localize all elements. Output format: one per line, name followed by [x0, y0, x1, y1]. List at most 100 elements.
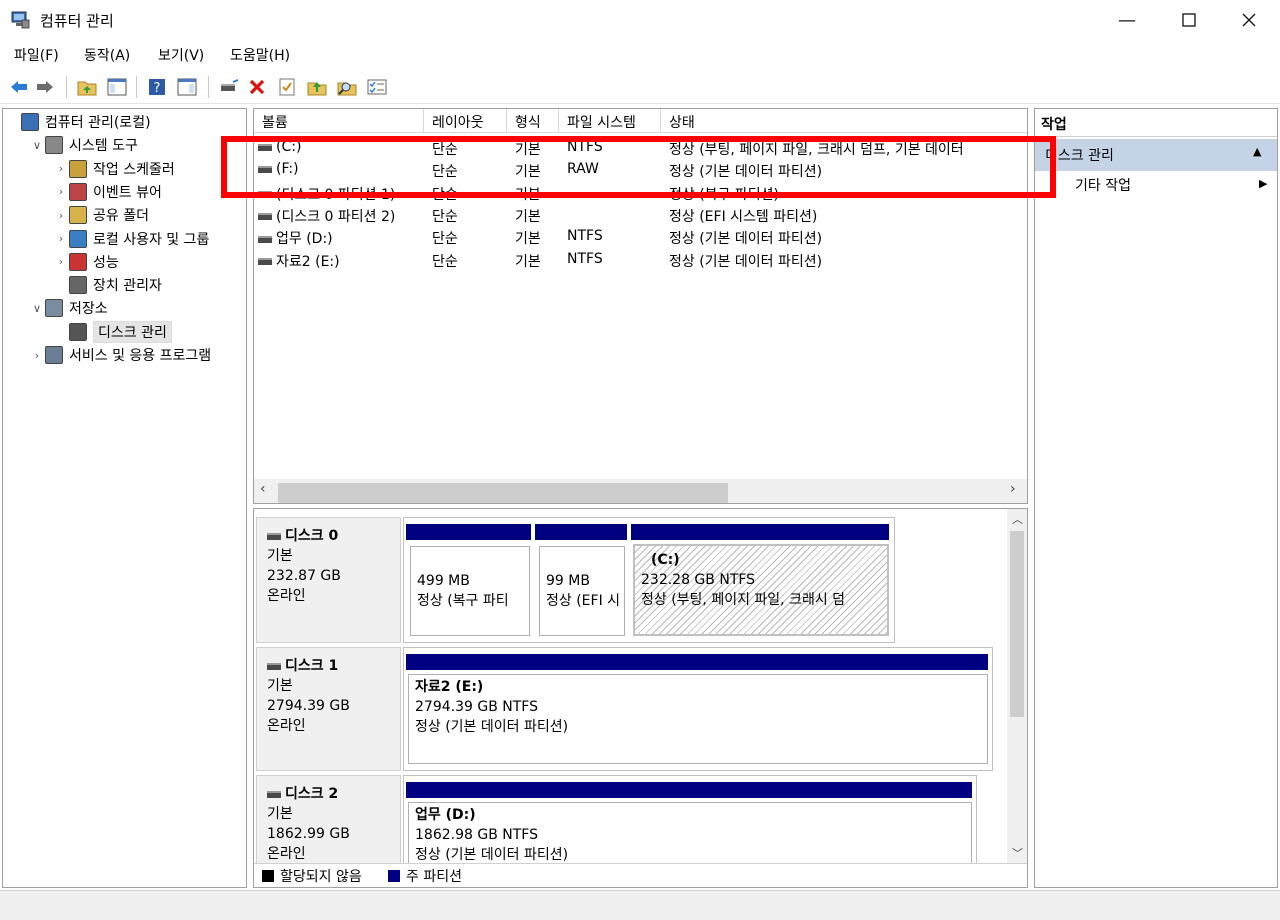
properties-button[interactable]	[276, 76, 298, 98]
tree-item-system-tools[interactable]: ∨ 시스템 도구	[29, 134, 138, 156]
volume-row[interactable]: 자료2 (E:) 단순 기본 NTFS 정상 (기본 데이터 파티션)	[254, 249, 1027, 271]
volume-row[interactable]: 업무 (D:) 단순 기본 NTFS 정상 (기본 데이터 파티션)	[254, 226, 1027, 248]
maximize-button[interactable]	[1158, 0, 1220, 40]
folder-export-icon	[307, 82, 327, 96]
column-header-type[interactable]: 형식	[507, 109, 559, 133]
tree-item-computer-management[interactable]: 컴퓨터 관리(로컬)	[5, 111, 151, 133]
menu-action[interactable]: 동작(A)	[84, 45, 130, 65]
volume-row[interactable]: (디스크 0 파티션 2) 단순 기본 정상 (EFI 시스템 파티션)	[254, 204, 1027, 226]
search-button[interactable]	[336, 76, 358, 98]
menu-view[interactable]: 보기(V)	[158, 45, 204, 65]
tree-item-performance[interactable]: › 성능	[53, 251, 119, 273]
menu-help[interactable]: 도움말(H)	[230, 45, 290, 65]
folder-up-icon	[77, 81, 97, 96]
disk-1-label[interactable]: 디스크 1 기본 2794.39 GB 온라인	[256, 647, 401, 771]
column-header-layout[interactable]: 레이아웃	[424, 109, 507, 133]
tree-item-label: 공유 폴더	[93, 208, 149, 225]
tree-item-device-manager[interactable]: 장치 관리자	[53, 274, 162, 296]
chevron-right-icon[interactable]: ›	[29, 349, 45, 362]
partition-bar	[535, 524, 627, 540]
chevron-right-icon[interactable]: ›	[53, 185, 69, 198]
volume-cell-vol: 업무 (D:)	[258, 228, 424, 248]
column-header-status[interactable]: 상태	[661, 109, 1027, 133]
tree-item-disk-management[interactable]: 디스크 관리	[53, 320, 172, 343]
legend-primary: 주 파티션	[406, 869, 462, 885]
device-manager-icon	[69, 276, 87, 295]
chevron-right-icon[interactable]: ›	[53, 255, 69, 268]
chevron-right-icon[interactable]: ›	[53, 232, 69, 245]
disk-0-recovery-partition[interactable]: 499 MB 정상 (복구 파티	[410, 546, 530, 636]
partition-status: 정상 (기본 데이터 파티션)	[415, 847, 569, 863]
partition-size: 2794.39 GB NTFS	[415, 699, 538, 715]
volume-cell-status: 정상 (기본 데이터 파티션)	[669, 253, 823, 270]
tree-item-clock[interactable]: › 작업 스케줄러	[53, 158, 175, 180]
partition-status: 정상 (EFI 시	[546, 593, 621, 609]
disk-icon	[267, 662, 281, 670]
scroll-right-icon[interactable]: ›	[1010, 481, 1016, 497]
disk-1-e-partition[interactable]: 자료2 (E:) 2794.39 GB NTFS 정상 (기본 데이터 파티션)	[408, 674, 988, 764]
close-button[interactable]	[1218, 0, 1280, 40]
tree-item-shared-folder[interactable]: › 공유 폴더	[53, 204, 149, 226]
chevron-down-icon[interactable]: ∨	[29, 139, 45, 152]
vertical-scroll-thumb[interactable]	[1010, 531, 1024, 717]
horizontal-scrollbar[interactable]: ‹ ›	[254, 479, 1027, 503]
list-view-button[interactable]	[366, 76, 388, 98]
action-more-actions[interactable]: 기타 작업	[1075, 175, 1131, 195]
delete-button[interactable]	[246, 76, 268, 98]
volume-cell-status: 정상 (EFI 시스템 파티션)	[669, 208, 818, 225]
disk-size: 1862.99 GB	[267, 826, 350, 842]
arrow-left-icon	[11, 81, 27, 93]
disk-0-efi-partition[interactable]: 99 MB 정상 (EFI 시	[539, 546, 625, 636]
action-section-disk-management[interactable]: 디스크 관리 ▲	[1035, 139, 1277, 171]
volume-cell-type: 기본	[515, 253, 541, 270]
disk-graphical-pane: 디스크 0 기본 232.87 GB 온라인 499 MB 정상 (복구 파티 …	[253, 508, 1028, 888]
disk-0-label[interactable]: 디스크 0 기본 232.87 GB 온라인	[256, 517, 401, 643]
partition-size: 232.28 GB NTFS	[641, 572, 756, 588]
tree-item-services[interactable]: › 서비스 및 응용 프로그램	[29, 344, 211, 366]
menu-bar: 파일(F) 동작(A) 보기(V) 도움말(H)	[0, 40, 1280, 70]
arrow-right-icon	[37, 81, 53, 93]
disk-state: 온라인	[267, 588, 306, 604]
scroll-left-icon[interactable]: ‹	[260, 481, 266, 497]
window-title: 컴퓨터 관리	[40, 12, 114, 30]
chevron-right-icon[interactable]: ›	[53, 162, 69, 175]
primary-partition-swatch	[388, 870, 400, 882]
vertical-scrollbar[interactable]: ︿ ﹀	[1007, 509, 1027, 865]
help-button[interactable]: ?	[146, 76, 168, 98]
scroll-down-icon[interactable]: ﹀	[1012, 845, 1023, 861]
export-button[interactable]	[306, 76, 328, 98]
tree-item-users[interactable]: › 로컬 사용자 및 그룹	[53, 228, 209, 250]
connect-virtual-disk-button[interactable]	[218, 76, 240, 98]
performance-icon	[69, 252, 87, 271]
chevron-right-icon[interactable]: ›	[53, 209, 69, 222]
menu-file[interactable]: 파일(F)	[14, 45, 59, 65]
collapse-up-icon[interactable]: ▲	[1253, 145, 1261, 158]
action-pane-title: 작업	[1035, 109, 1277, 137]
back-button[interactable]	[8, 76, 30, 98]
disk-0-c-partition[interactable]: (C:) 232.28 GB NTFS 정상 (부팅, 페이지 파일, 크래시 …	[633, 544, 889, 636]
disk-state: 온라인	[267, 718, 306, 734]
column-header-volume[interactable]: 볼륨	[254, 109, 424, 133]
minimize-button[interactable]: —	[1096, 0, 1158, 40]
partition-bar	[406, 654, 988, 670]
submenu-arrow-icon: ▶	[1259, 177, 1268, 190]
volume-cell-type: 기본	[515, 208, 541, 225]
partition-bar	[406, 782, 972, 798]
tree-item-storage[interactable]: ∨ 저장소	[29, 297, 108, 319]
volume-cell-fs: NTFS	[567, 228, 603, 245]
tree-item-event-viewer[interactable]: › 이벤트 뷰어	[53, 181, 162, 203]
disk-state: 온라인	[267, 846, 306, 862]
chevron-down-icon[interactable]: ∨	[29, 302, 45, 315]
partition-name: (C:)	[651, 552, 680, 568]
column-header-file-system[interactable]: 파일 시스템	[559, 109, 661, 133]
up-folder-button[interactable]	[76, 76, 98, 98]
partition-status: 정상 (부팅, 페이지 파일, 크래시 덤	[641, 592, 846, 608]
services-icon	[45, 346, 63, 364]
show-hide-action-pane-button[interactable]	[176, 76, 198, 98]
scroll-up-icon[interactable]: ︿	[1012, 511, 1023, 527]
horizontal-scroll-thumb[interactable]	[278, 483, 728, 503]
show-hide-console-tree-button[interactable]	[106, 76, 128, 98]
disk-name: 디스크 0	[285, 528, 339, 544]
disk-type: 기본	[267, 548, 293, 564]
forward-button[interactable]	[34, 76, 56, 98]
